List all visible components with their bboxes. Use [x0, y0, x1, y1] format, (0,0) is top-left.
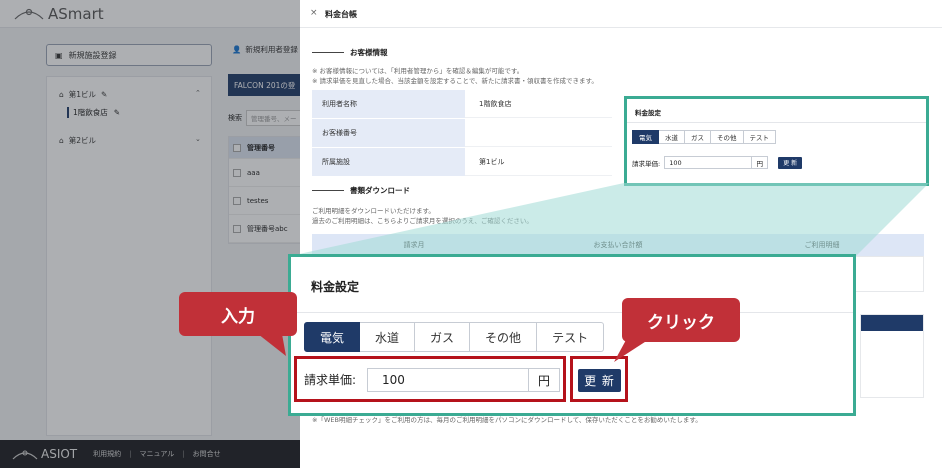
info-row: お客様番号 [312, 119, 612, 148]
customer-info-heading: お客様情報 [312, 47, 388, 58]
note-line: ご利用明細をダウンロードいただけます。 [312, 207, 435, 215]
modal-backdrop[interactable] [0, 0, 300, 468]
customer-info-title: お客様情報 [350, 48, 388, 57]
callout-click: クリック [622, 298, 740, 342]
tab-other[interactable]: その他 [470, 322, 538, 352]
info-label: 所属施設 [312, 148, 465, 176]
tab-test[interactable]: テスト [537, 322, 605, 352]
tab-water[interactable]: 水道 [659, 130, 685, 144]
update-button[interactable]: 更 新 [778, 156, 803, 169]
pricing-header: 料金設定 [627, 99, 926, 123]
download-title: 書類ダウンロード [350, 186, 410, 195]
pricing-zoom-header: 料金設定 [291, 257, 853, 313]
col-billing-month: 請求月 [403, 241, 425, 249]
callout-click-text: クリック [647, 312, 715, 333]
customer-info-table: 利用者名称 1階飲食店 お客様番号 所属施設 第1ビル [312, 90, 612, 177]
heading-line [312, 52, 344, 53]
download-table-fragment-head [861, 315, 923, 331]
info-row: 利用者名称 1階飲食店 [312, 90, 612, 119]
info-label: 利用者名称 [312, 90, 465, 118]
pricing-zoom-title: 料金設定 [311, 280, 360, 294]
unit-price-row: 請求単価: 100 円 更 新 [632, 156, 803, 169]
download-table-header: 請求月 お支払い合計額 ご利用明細 [312, 234, 924, 256]
info-row: 所属施設 第1ビル [312, 148, 612, 177]
customer-notes: ※ お客様情報については、「利用者管理から」を確認＆編集が可能です。 ※ 請求単… [312, 66, 598, 86]
col-usage-detail: ご利用明細 [804, 241, 840, 249]
download-heading: 書類ダウンロード [312, 185, 410, 196]
tab-water[interactable]: 水道 [360, 322, 416, 352]
info-value: 第1ビル [465, 148, 612, 176]
info-value: 1階飲食店 [465, 90, 612, 118]
callout-click-tail [614, 340, 648, 362]
tab-gas[interactable]: ガス [685, 130, 711, 144]
tab-test[interactable]: テスト [743, 130, 776, 144]
info-value [465, 119, 612, 147]
callout-input-text: 入力 [221, 306, 255, 327]
drawer-title: 料金台帳 [325, 10, 357, 19]
download-table-fragment [860, 314, 924, 398]
yen-unit: 円 [752, 156, 769, 169]
utility-tabs: 電気 水道 ガス その他 テスト [632, 130, 776, 144]
heading-line [312, 190, 344, 191]
callout-input: 入力 [179, 292, 297, 336]
unit-price-label: 請求単価: [632, 159, 661, 168]
tab-other[interactable]: その他 [711, 130, 744, 144]
close-icon[interactable]: × [310, 8, 318, 18]
unit-price-input[interactable]: 100 [664, 156, 753, 169]
note-line: ※ お客様情報については、「利用者管理から」を確認＆編集が可能です。 [312, 67, 524, 75]
pricing-settings-panel: 料金設定 電気 水道 ガス その他 テスト 請求単価: 100 円 更 新 [624, 96, 929, 186]
tab-electricity[interactable]: 電気 [304, 322, 361, 352]
tab-electricity[interactable]: 電気 [632, 130, 659, 144]
divider [300, 27, 942, 28]
info-label: お客様番号 [312, 119, 465, 147]
col-payment-total: お支払い合計額 [593, 241, 643, 249]
pricing-title: 料金設定 [635, 109, 661, 117]
utility-tabs-zoom: 電気 水道 ガス その他 テスト [304, 322, 605, 352]
callout-input-tail [258, 334, 286, 356]
note-line: 過去のご利用明細は、こちらよりご請求月を選択のうえ、ご確認ください。 [312, 217, 533, 225]
download-notes: ご利用明細をダウンロードいただけます。 過去のご利用明細は、こちらよりご請求月を… [312, 206, 533, 226]
input-highlight-frame [294, 356, 566, 402]
note-line: ※ 請求単価を見直した場合、当該金額を設定することで、新たに請求書・領収書を作成… [312, 77, 598, 85]
tab-gas[interactable]: ガス [415, 322, 471, 352]
